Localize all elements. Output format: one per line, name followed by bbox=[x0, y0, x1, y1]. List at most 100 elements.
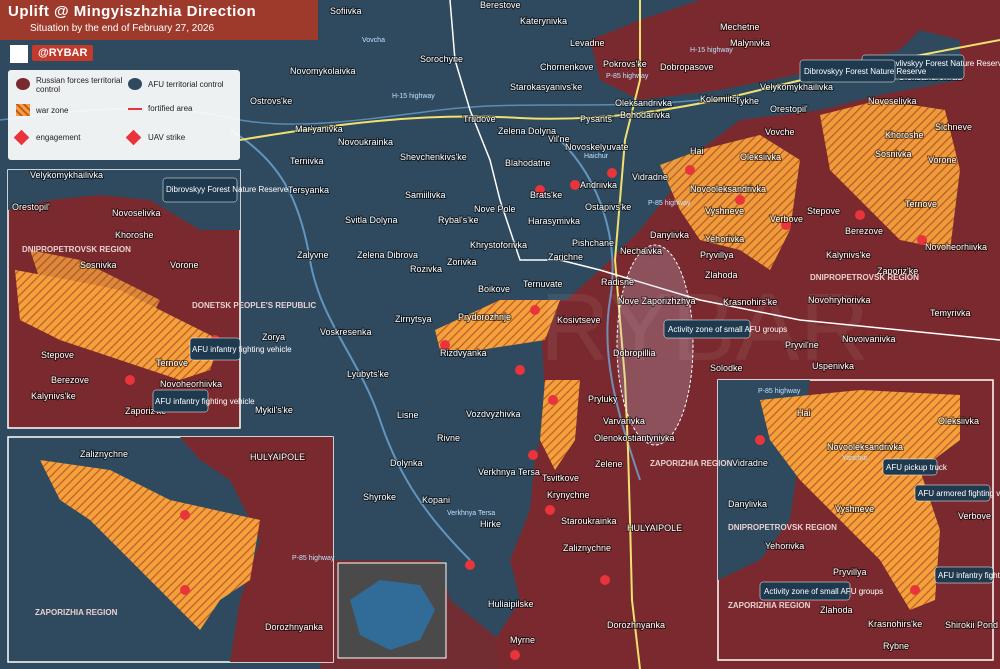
overview-minimap bbox=[337, 562, 447, 659]
label-starokasyanivske: Starokasyanivs'ke bbox=[510, 82, 582, 92]
label-samiilivka: Samiilivka bbox=[405, 190, 446, 200]
label-sichneve: Sichneve bbox=[935, 122, 972, 132]
label-solodke: Solodke bbox=[710, 363, 743, 373]
label-dorozhnyanka: Dorozhnyanka bbox=[607, 620, 665, 630]
label-oleksiivka: Oleksiivka bbox=[740, 152, 781, 162]
label-nove-pole: Nove Pole bbox=[474, 204, 516, 214]
legend-panel: Russian forces territorial control AFU t… bbox=[8, 70, 240, 160]
label-dolynka: Dolynka bbox=[390, 458, 423, 468]
map-title: Uplift @ Mingyiszhzhia Direction bbox=[8, 3, 257, 20]
label-rozivka: Rozivka bbox=[410, 264, 442, 274]
inset-label-berezove: Berezove bbox=[51, 375, 89, 385]
label-vozdvyzhivka: Vozdvyzhivka bbox=[466, 409, 521, 419]
label-verbove: Verbove bbox=[770, 214, 803, 224]
river-label-verkhnya-tersa: Verkhnya Tersa bbox=[447, 510, 495, 517]
legend-swatch-afu bbox=[128, 78, 142, 90]
label-ternuvate: Ternuvate bbox=[523, 279, 563, 289]
label-tsvitkove: Tsvitkove bbox=[542, 473, 579, 483]
road-label-p85-inset: P-85 highway bbox=[292, 555, 335, 562]
label-khoroshe: Khoroshe bbox=[885, 130, 924, 140]
label-tersyanka: Tersyanka bbox=[288, 185, 329, 195]
legend-afu: AFU territorial control bbox=[148, 80, 224, 89]
label-orestopil: Orestopil' bbox=[770, 104, 808, 114]
inset-label-vidradne: Vidradne bbox=[732, 458, 768, 468]
label-bratske: Brats'ke bbox=[530, 190, 562, 200]
label-mykilske: Mykil's'ke bbox=[255, 405, 293, 415]
label-zorivka: Zorivka bbox=[447, 257, 477, 267]
label-novoivanivka: Novoivanivka bbox=[842, 334, 896, 344]
region-dnipropetrovsk-inset-e: DNIPROPETROVSK REGION bbox=[728, 523, 837, 532]
inset-label-ternove: Ternove bbox=[156, 358, 188, 368]
label-pysantsi: Pysants' bbox=[580, 114, 614, 124]
label-pryvillya: Pryvillya bbox=[700, 250, 734, 260]
label-hirke: Hirke bbox=[480, 519, 501, 529]
label-ternove: Ternove bbox=[905, 199, 937, 209]
inset-label-hai: Hai bbox=[797, 408, 811, 418]
label-zirnytsya: Zirnytsya bbox=[395, 314, 432, 324]
label-boikove: Boikove bbox=[478, 284, 510, 294]
region-zaporizhia: ZAPORIZHIA REGION bbox=[650, 459, 733, 468]
label-voskresenka: Voskresenka bbox=[320, 327, 372, 337]
label-nechaivka: Nechaivka bbox=[620, 246, 662, 256]
region-zaporizhia-inset-e: ZAPORIZHIA REGION bbox=[728, 601, 811, 610]
label-rybalske: Rybal's'ke bbox=[438, 215, 478, 225]
inset-label-oleksiivka: Oleksiivka bbox=[938, 416, 979, 426]
river-label-vovcha: Vovcha bbox=[362, 37, 385, 44]
legend-fortified: fortified area bbox=[148, 104, 193, 113]
river-label-haichur: Haichur bbox=[584, 153, 609, 160]
inset-label-novoheorhiivka: Novoheorhiivka bbox=[160, 379, 222, 389]
road-label-h15: H-15 highway bbox=[690, 47, 733, 54]
label-hai: Hai bbox=[690, 146, 704, 156]
inset-label-kalynivske: Kalynivs'ke bbox=[31, 391, 76, 401]
label-shyroke: Shyroke bbox=[363, 492, 396, 502]
label-novooleksandrivka: Novooleksandrivka bbox=[690, 184, 766, 194]
label-novomykolaivka: Novomykolaivka bbox=[290, 66, 356, 76]
callout-activity-zone-inset: Activity zone of small AFU groups bbox=[764, 587, 883, 596]
label-staroukrainka: Staroukrainka bbox=[561, 516, 617, 526]
label-shevchenkivske: Shevchenkivs'ke bbox=[400, 152, 467, 162]
legend-swatch-fortified bbox=[128, 108, 142, 110]
label-kosivtseve: Kosivtseve bbox=[557, 315, 601, 325]
road-label-h15-west: H-15 highway bbox=[392, 93, 435, 100]
label-varvarivka: Varvarivka bbox=[603, 416, 645, 426]
inset-label-verbove: Verbove bbox=[958, 511, 991, 521]
legend-russian: Russian forces territorial control bbox=[36, 76, 123, 94]
legend-swatch-engagement bbox=[13, 129, 30, 146]
label-pishchane: Pishchane bbox=[572, 238, 614, 248]
label-yehorivka: Yehorivka bbox=[705, 234, 744, 244]
inset-label-orestopil: Orestopil' bbox=[12, 202, 50, 212]
label-rizdvyanka: Rizdvyanka bbox=[440, 348, 487, 358]
label-katerynivka: Katerynivka bbox=[520, 16, 567, 26]
label-kopani: Kopani bbox=[422, 495, 450, 505]
label-hulyaipole: HULYAIPOLE bbox=[627, 523, 682, 533]
label-lisne: Lisne bbox=[397, 410, 419, 420]
road-label-p85-mid: P-85 highway bbox=[648, 200, 691, 207]
legend-engagement: engagement bbox=[36, 133, 81, 142]
label-sosnivka: Sosnivka bbox=[875, 149, 912, 159]
label-lyubytske: Lyubyts'ke bbox=[347, 369, 389, 379]
callout-reserve-inset: Dibrovskyy Forest Nature Reserve bbox=[166, 185, 289, 194]
label-temyrivka: Temyrivka bbox=[930, 308, 971, 318]
label-huliaipilske: Huliaipilske bbox=[488, 599, 534, 609]
label-myrne: Myrne bbox=[510, 635, 535, 645]
label-tykhe: Tykhe bbox=[735, 96, 759, 106]
label-zaliznychne: Zaliznychne bbox=[563, 543, 611, 553]
inset-label-khoroshe: Khoroshe bbox=[115, 230, 154, 240]
label-sorochyne: Sorochyne bbox=[420, 54, 463, 64]
label-stepove: Stepove bbox=[807, 206, 840, 216]
label-blahodatne: Blahodatne bbox=[505, 158, 551, 168]
label-marianivka: Mar'yanivka bbox=[295, 124, 343, 134]
label-mechetne: Mechetne bbox=[720, 22, 760, 32]
label-trudove: Trudove bbox=[463, 114, 496, 124]
label-vovche: Vovche bbox=[765, 127, 795, 137]
label-zarichne: Zarichne bbox=[548, 252, 583, 262]
inset-label-zaliznychne: Zaliznychne bbox=[80, 449, 128, 459]
label-zelena-dibrova: Zelena Dibrova bbox=[357, 250, 418, 260]
label-ternivka: Ternivka bbox=[290, 156, 324, 166]
legend-war-zone: war zone bbox=[36, 106, 69, 115]
label-vidradne: Vidradne bbox=[632, 172, 668, 182]
road-label-p85: P-85 highway bbox=[606, 73, 649, 80]
inset-label-yehorivka: Yehorivka bbox=[765, 541, 804, 551]
inset-label-vyshneve: Vyshneve bbox=[835, 504, 874, 514]
callout-afu-ifv-1: AFU infantry fighting vehicle bbox=[192, 345, 292, 354]
